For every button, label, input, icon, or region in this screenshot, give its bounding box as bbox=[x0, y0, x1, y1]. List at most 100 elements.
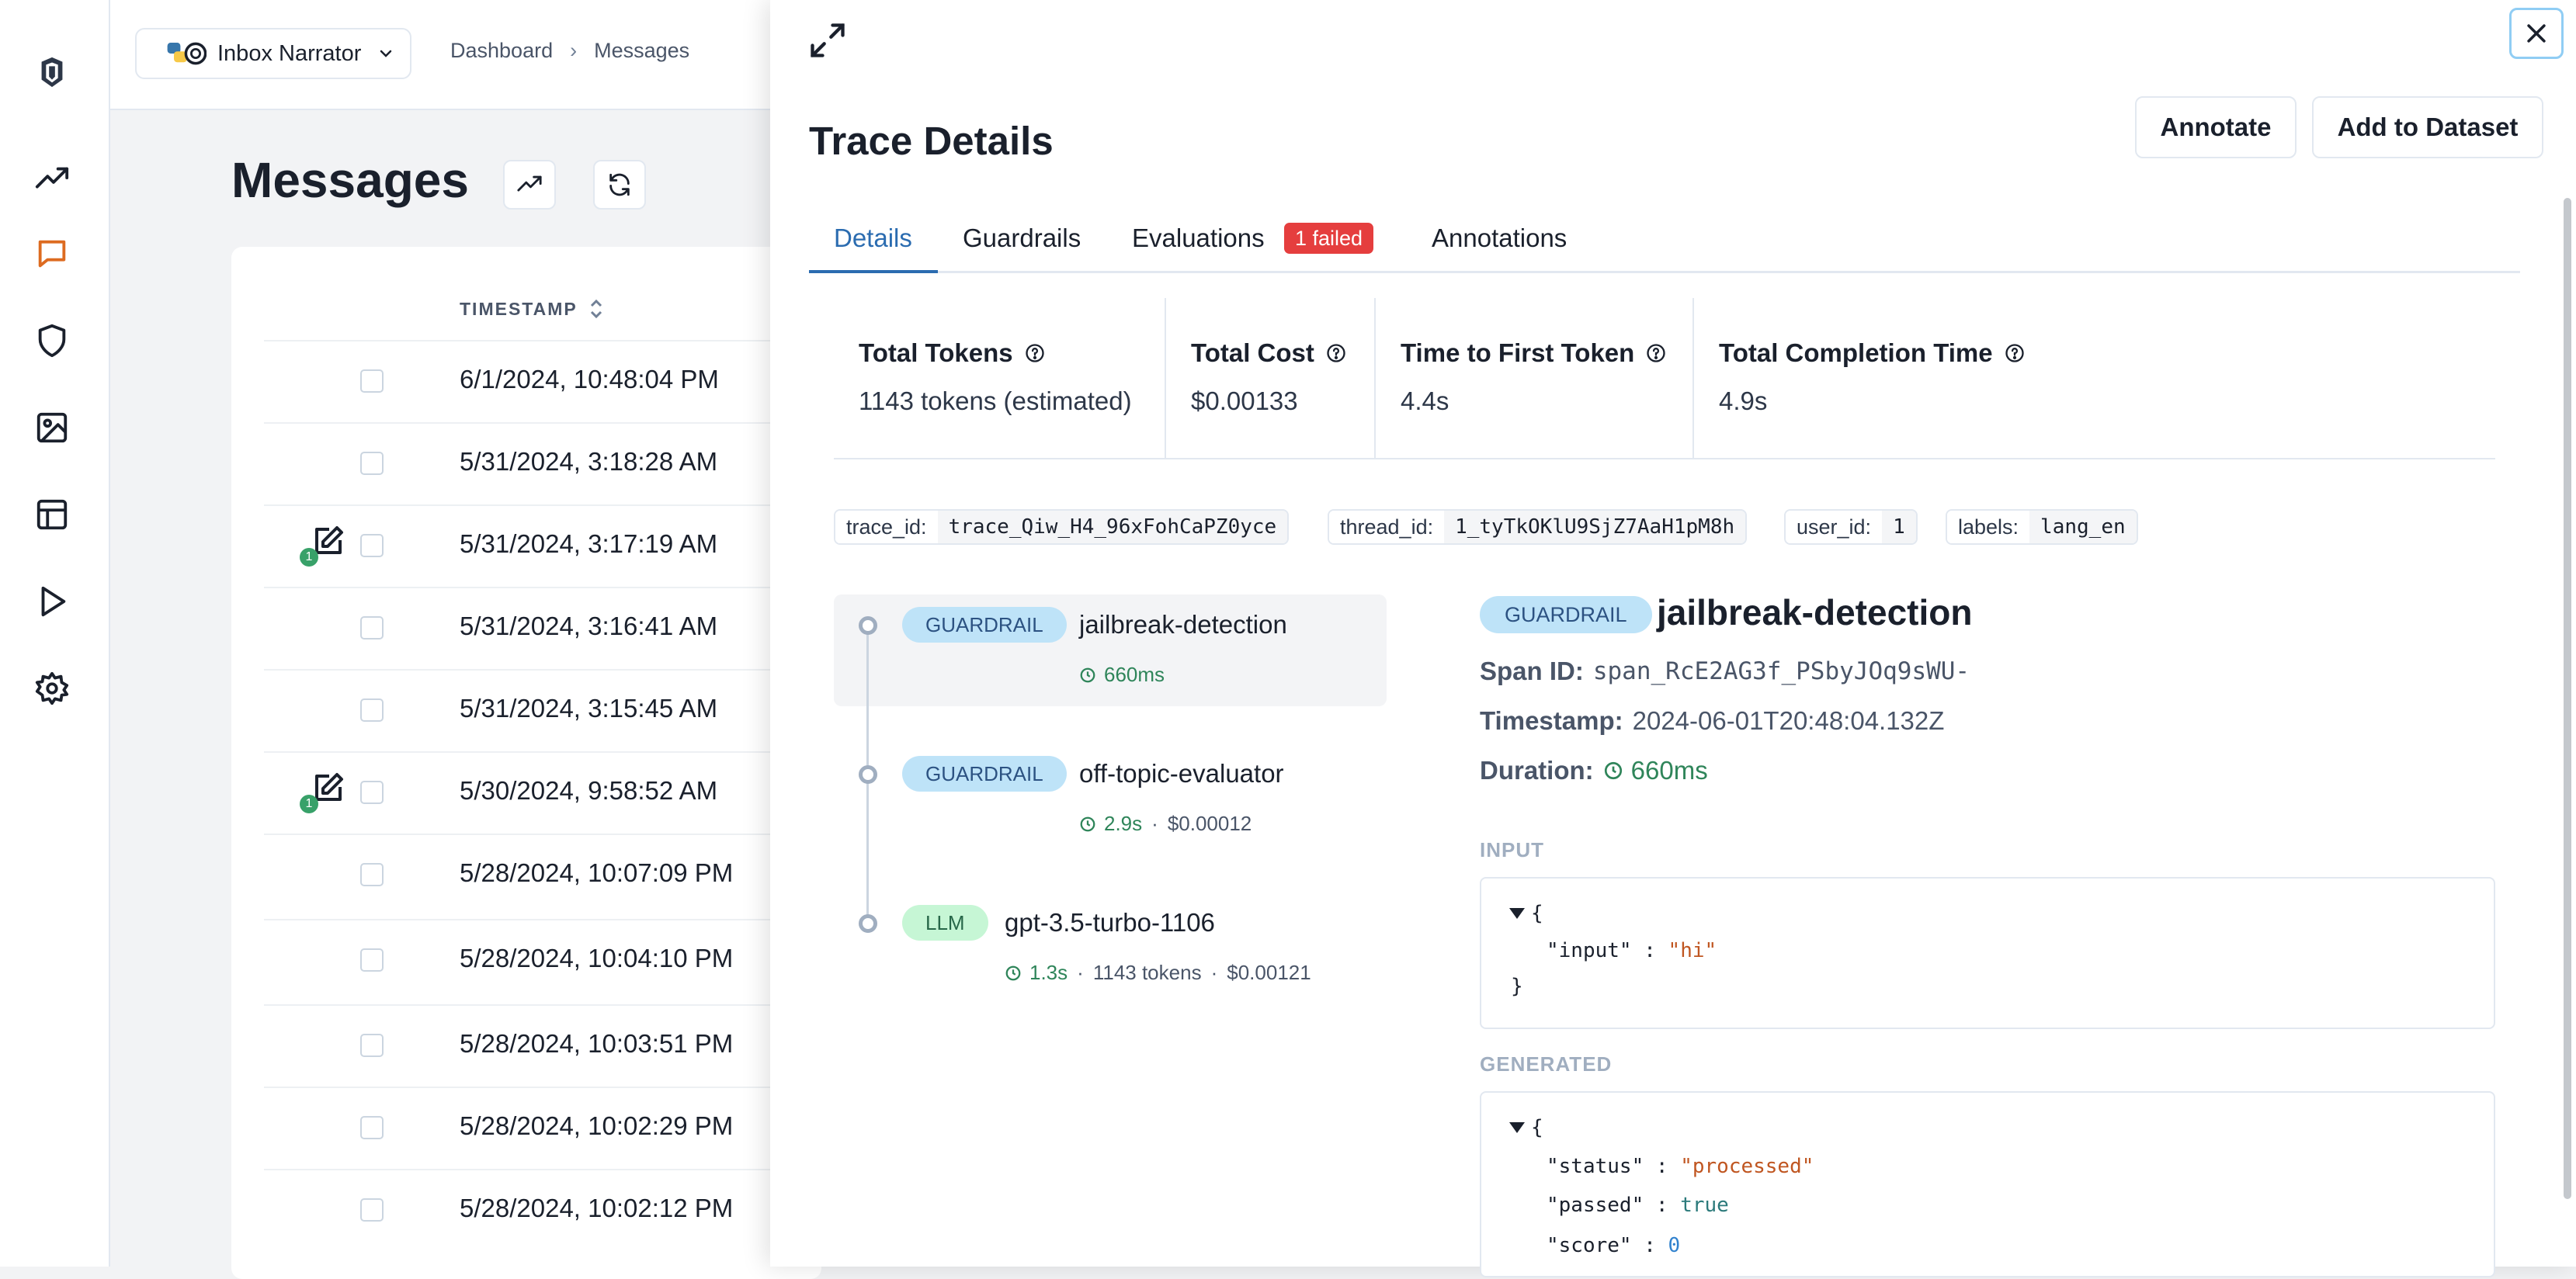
json-key: "passed" bbox=[1547, 1194, 1644, 1217]
breadcrumb-dashboard[interactable]: Dashboard bbox=[450, 39, 553, 63]
tab-annotations[interactable]: Annotations bbox=[1432, 224, 1567, 253]
row-checkbox[interactable] bbox=[360, 452, 384, 475]
logo-icon[interactable] bbox=[33, 53, 71, 92]
row-timestamp: 5/28/2024, 10:04:10 PM bbox=[460, 944, 734, 972]
metric-value: $0.00133 bbox=[1191, 386, 1298, 415]
help-icon[interactable] bbox=[2004, 342, 2026, 364]
close-button[interactable] bbox=[2509, 8, 2564, 59]
table-row[interactable]: 1 5/30/2024, 9:58:52 AM bbox=[264, 751, 823, 834]
table-row[interactable]: 5/28/2024, 10:07:09 PM bbox=[264, 834, 823, 916]
tag-key: user_id: bbox=[1786, 511, 1883, 543]
row-timestamp: 5/31/2024, 3:17:19 AM bbox=[460, 529, 718, 558]
close-icon bbox=[2527, 24, 2546, 43]
refresh-button[interactable] bbox=[593, 160, 646, 210]
json-value: true bbox=[1680, 1194, 1729, 1217]
drawer-scrollbar[interactable] bbox=[2564, 198, 2571, 1199]
row-timestamp: 5/31/2024, 3:15:45 AM bbox=[460, 694, 718, 723]
gear-icon[interactable] bbox=[33, 669, 71, 708]
tab-details[interactable]: Details bbox=[834, 224, 912, 253]
timestamp-column-header[interactable]: TIMESTAMP bbox=[460, 298, 604, 320]
row-checkbox[interactable] bbox=[360, 616, 384, 640]
project-selector[interactable]: Inbox Narrator bbox=[135, 28, 411, 79]
annotation-count-badge: 1 bbox=[300, 548, 318, 567]
json-brace: { bbox=[1531, 902, 1543, 925]
shield-icon[interactable] bbox=[33, 321, 71, 360]
table-row[interactable]: 5/28/2024, 10:02:12 PM bbox=[264, 1169, 823, 1251]
tag-key: thread_id: bbox=[1329, 511, 1445, 543]
trace-id-tag: trace_id: trace_Qiw_H4_96xFohCaPZ0yce bbox=[834, 509, 1290, 545]
row-timestamp: 5/28/2024, 10:02:12 PM bbox=[460, 1194, 734, 1222]
metric-total-tokens: Total Tokens 1143 tokens (estimated) bbox=[834, 296, 1165, 459]
collapse-triangle-icon[interactable] bbox=[1509, 1122, 1525, 1135]
row-checkbox[interactable] bbox=[360, 1034, 384, 1057]
help-icon[interactable] bbox=[1325, 342, 1347, 364]
span-duration: 2.9s bbox=[1104, 812, 1143, 835]
span-cost: $0.00121 bbox=[1227, 961, 1311, 984]
span-meta: 1.3s · 1143 tokens · $0.00121 bbox=[1005, 961, 1311, 985]
clock-icon bbox=[1005, 965, 1021, 980]
messages-icon[interactable] bbox=[33, 234, 71, 273]
play-icon[interactable] bbox=[33, 582, 71, 621]
add-to-dataset-button[interactable]: Add to Dataset bbox=[2312, 96, 2543, 158]
collapse-triangle-icon[interactable] bbox=[1509, 908, 1525, 920]
row-timestamp: 5/28/2024, 10:02:29 PM bbox=[460, 1111, 734, 1140]
row-checkbox[interactable] bbox=[360, 863, 384, 886]
table-row[interactable]: 6/1/2024, 10:48:04 PM bbox=[264, 340, 823, 422]
row-checkbox[interactable] bbox=[360, 698, 384, 722]
row-checkbox[interactable] bbox=[360, 1116, 384, 1139]
table-row[interactable]: 5/31/2024, 3:16:41 AM bbox=[264, 587, 823, 669]
span-tokens: 1143 tokens bbox=[1092, 961, 1202, 984]
annotation-count-badge: 1 bbox=[300, 795, 318, 813]
table-row[interactable]: 1 5/31/2024, 3:17:19 AM bbox=[264, 504, 823, 587]
metric-total-cost: Total Cost $0.00133 bbox=[1166, 296, 1374, 459]
table-row[interactable]: 5/28/2024, 10:03:51 PM bbox=[264, 1004, 823, 1087]
span-type-badge: GUARDRAIL bbox=[902, 607, 1067, 643]
span-name[interactable]: jailbreak-detection bbox=[1079, 610, 1287, 640]
input-json-viewer: { "input" : "hi" } bbox=[1480, 877, 2495, 1029]
row-checkbox[interactable] bbox=[360, 534, 384, 557]
span-type-badge: GUARDRAIL bbox=[902, 756, 1067, 792]
row-checkbox[interactable] bbox=[360, 948, 384, 972]
duration-label: Duration: bbox=[1480, 756, 1594, 785]
table-row[interactable]: 5/31/2024, 3:18:28 AM bbox=[264, 422, 823, 504]
table-row[interactable]: 5/31/2024, 3:15:45 AM bbox=[264, 669, 823, 751]
help-icon[interactable] bbox=[1645, 342, 1667, 364]
thread-id-tag: thread_id: 1_tyTkOKlU9SjZ7AaH1pM8h bbox=[1328, 509, 1748, 545]
tab-evaluations[interactable]: Evaluations bbox=[1132, 224, 1265, 253]
tab-guardrails[interactable]: Guardrails bbox=[963, 224, 1081, 253]
project-name: Inbox Narrator bbox=[217, 40, 362, 66]
span-meta: 2.9s · $0.00012 bbox=[1079, 812, 1252, 836]
image-icon[interactable] bbox=[33, 408, 71, 447]
span-name[interactable]: gpt-3.5-turbo-1106 bbox=[1005, 908, 1215, 938]
analytics-toggle-button[interactable] bbox=[503, 160, 556, 210]
sidebar bbox=[0, 0, 110, 1267]
row-checkbox[interactable] bbox=[360, 369, 384, 393]
span-name[interactable]: off-topic-evaluator bbox=[1079, 759, 1284, 789]
json-key: "input" bbox=[1547, 939, 1632, 962]
expand-button[interactable] bbox=[807, 20, 848, 61]
annotate-button[interactable]: Annotate bbox=[2135, 96, 2297, 158]
json-line: "status" : "processed" bbox=[1547, 1155, 1814, 1178]
refresh-icon bbox=[609, 173, 630, 196]
metric-label: Total Completion Time bbox=[1719, 338, 1993, 367]
table-icon[interactable] bbox=[33, 495, 71, 534]
trend-icon bbox=[517, 175, 542, 192]
meta-separator: · bbox=[1151, 812, 1158, 835]
row-timestamp: 5/31/2024, 3:16:41 AM bbox=[460, 612, 718, 640]
analytics-icon[interactable] bbox=[33, 160, 71, 199]
duration-value: 660ms bbox=[1630, 756, 1708, 785]
metric-label: Total Cost bbox=[1191, 338, 1314, 367]
help-icon[interactable] bbox=[1024, 342, 1046, 364]
span-meta: 660ms bbox=[1079, 663, 1165, 687]
detail-span-id: Span ID: span_RcE2AG3f_PSbyJOq9sWU- bbox=[1480, 657, 1970, 686]
timestamp-label: Timestamp: bbox=[1480, 706, 1623, 735]
table-row[interactable]: 5/28/2024, 10:04:10 PM bbox=[264, 919, 823, 1001]
meta-separator: · bbox=[1210, 961, 1218, 984]
active-tab-indicator bbox=[809, 270, 938, 273]
row-checkbox[interactable] bbox=[360, 1198, 384, 1222]
tag-key: labels: bbox=[1947, 511, 2030, 543]
breadcrumb-messages[interactable]: Messages bbox=[594, 39, 689, 63]
table-row[interactable]: 5/28/2024, 10:02:29 PM bbox=[264, 1087, 823, 1169]
row-checkbox[interactable] bbox=[360, 781, 384, 804]
breadcrumb: Dashboard › Messages bbox=[450, 39, 689, 63]
